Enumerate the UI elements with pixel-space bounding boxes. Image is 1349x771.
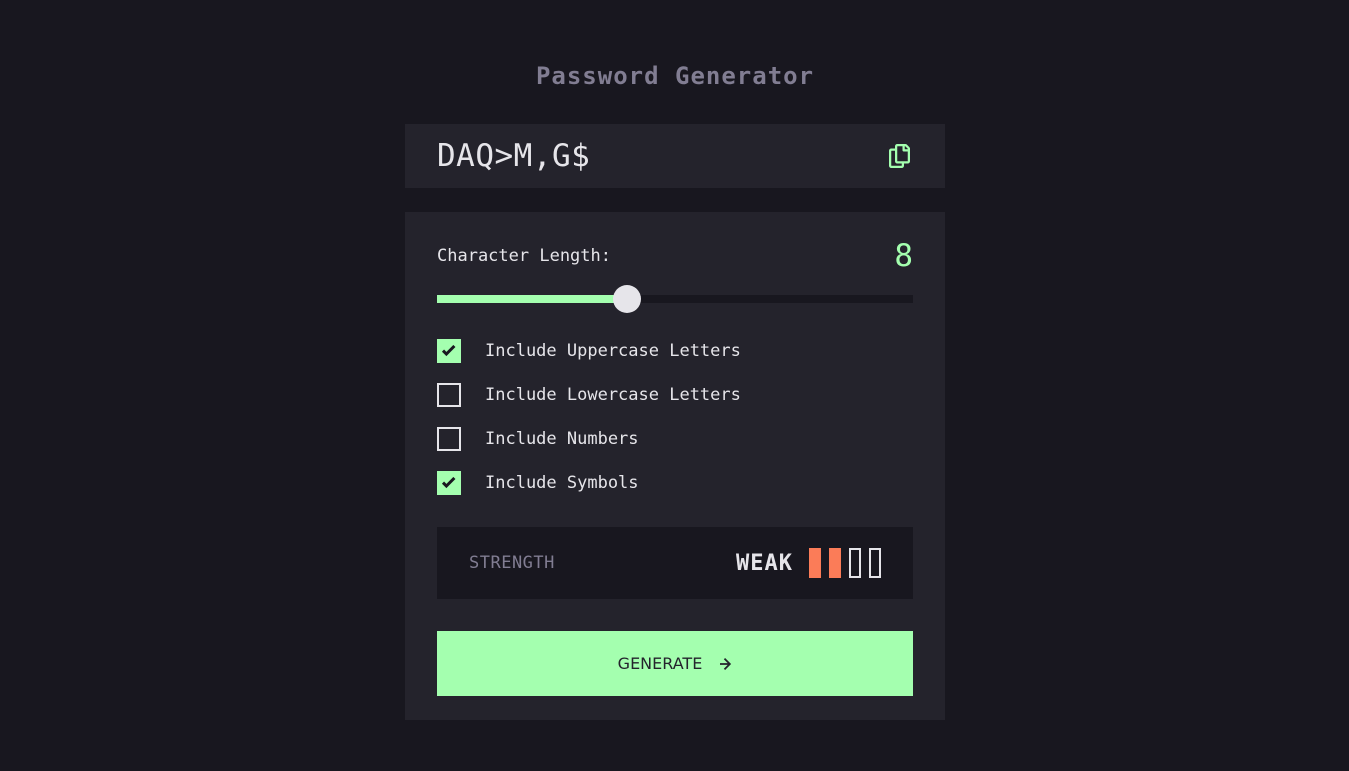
option-label: Include Lowercase Letters bbox=[485, 385, 741, 405]
strength-bar bbox=[829, 548, 841, 578]
check-icon bbox=[442, 477, 456, 489]
page-title: Password Generator bbox=[535, 62, 815, 90]
slider-fill bbox=[437, 295, 628, 303]
option-row[interactable]: Include Lowercase Letters bbox=[437, 383, 741, 407]
settings-panel: Character Length: 8 Include Uppercase Le… bbox=[405, 212, 945, 720]
strength-bars bbox=[809, 548, 881, 578]
password-output: DAQ>M,G$ bbox=[405, 124, 945, 188]
strength-label: STRENGTH bbox=[469, 553, 555, 573]
checkbox[interactable] bbox=[437, 383, 461, 407]
option-row[interactable]: Include Uppercase Letters bbox=[437, 339, 741, 363]
generate-button[interactable]: GENERATE bbox=[437, 631, 913, 696]
copy-icon[interactable] bbox=[889, 142, 913, 170]
length-row: Character Length: 8 bbox=[437, 238, 913, 274]
length-slider[interactable] bbox=[437, 285, 913, 313]
length-value: 8 bbox=[894, 238, 913, 274]
strength-bar bbox=[869, 548, 881, 578]
checkbox[interactable] bbox=[437, 427, 461, 451]
option-label: Include Uppercase Letters bbox=[485, 341, 741, 361]
strength-indicator: WEAK bbox=[736, 548, 881, 578]
options-list: Include Uppercase Letters Include Lowerca… bbox=[437, 339, 741, 515]
strength-meter: STRENGTH WEAK bbox=[437, 527, 913, 599]
option-label: Include Numbers bbox=[485, 429, 639, 449]
checkbox[interactable] bbox=[437, 339, 461, 363]
length-label: Character Length: bbox=[437, 246, 611, 266]
password-text: DAQ>M,G$ bbox=[437, 138, 591, 174]
option-row[interactable]: Include Symbols bbox=[437, 471, 741, 495]
strength-bar bbox=[849, 548, 861, 578]
strength-rating: WEAK bbox=[736, 550, 793, 576]
option-row[interactable]: Include Numbers bbox=[437, 427, 741, 451]
strength-bar bbox=[809, 548, 821, 578]
check-icon bbox=[442, 345, 456, 357]
checkbox[interactable] bbox=[437, 471, 461, 495]
arrow-right-icon bbox=[720, 657, 732, 670]
generate-label: GENERATE bbox=[617, 654, 703, 673]
option-label: Include Symbols bbox=[485, 473, 639, 493]
slider-thumb[interactable] bbox=[613, 285, 642, 313]
